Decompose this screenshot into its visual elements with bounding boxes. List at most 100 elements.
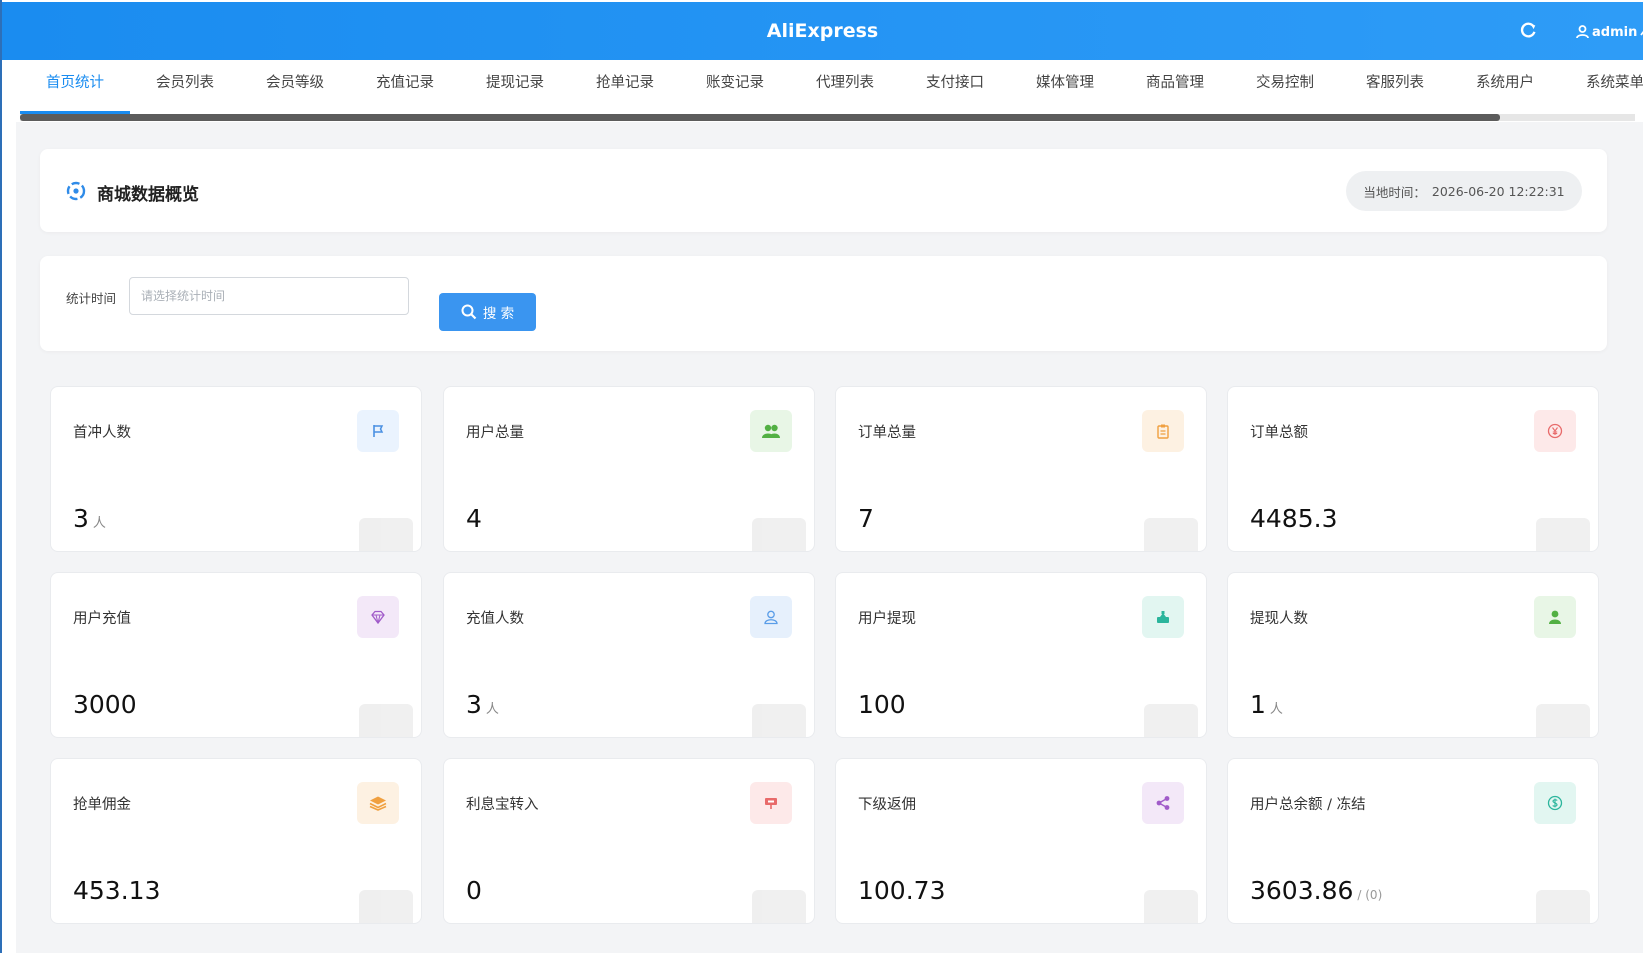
watermark-icon xyxy=(1136,878,1206,923)
stat-card-title: 订单总额 xyxy=(1250,425,1308,441)
user-outline-icon xyxy=(750,596,792,638)
stat-card-title: 用户充值 xyxy=(73,611,131,627)
clipboard-icon xyxy=(1142,410,1184,452)
watermark-icon xyxy=(351,506,421,551)
stat-time-label: 统计时间 xyxy=(66,291,117,306)
search-button-label: 搜 索 xyxy=(482,306,515,322)
stat-card: 充值人数 3 人 xyxy=(443,572,815,738)
tab-12[interactable]: 客服列表 xyxy=(1340,60,1450,114)
tab-9[interactable]: 媒体管理 xyxy=(1010,60,1120,114)
user-menu[interactable]: admin xyxy=(1576,22,1643,42)
sign-icon xyxy=(750,782,792,824)
watermark-icon xyxy=(1136,692,1206,737)
tab-8[interactable]: 支付接口 xyxy=(900,60,1010,114)
stat-card-value-row: 3人 xyxy=(73,504,106,533)
stat-card: 下级返佣 100.73 xyxy=(835,758,1207,924)
search-button[interactable]: 搜 索 xyxy=(439,293,536,331)
stat-card-value: 3603.86 xyxy=(1250,876,1354,905)
stat-card-value-row: 0 xyxy=(466,876,482,905)
window-left-edge xyxy=(0,0,2,953)
brand-title: AliExpress xyxy=(766,20,879,42)
stat-card: 订单总量 7 xyxy=(835,386,1207,552)
tab-13[interactable]: 系统用户 xyxy=(1450,60,1560,114)
stat-card-title: 抢单佣金 xyxy=(73,797,131,813)
stat-card-title: 首冲人数 xyxy=(73,425,131,441)
stat-card-value-row: 100 xyxy=(858,690,906,719)
withdraw-icon xyxy=(1142,596,1184,638)
stat-card-value: 3 xyxy=(73,504,89,533)
watermark-icon xyxy=(1136,506,1206,551)
local-time-value: 2026-06-20 12:22:31 xyxy=(1431,183,1565,199)
refresh-icon[interactable] xyxy=(1520,21,1540,41)
stat-card-value-row: 4 xyxy=(466,504,482,533)
stat-card-value: 4 xyxy=(466,504,482,533)
stat-card-value-row: 3603.86/ (0) xyxy=(1250,876,1382,905)
watermark-icon xyxy=(351,692,421,737)
users-icon xyxy=(750,410,792,452)
page-title: 商城数据概览 xyxy=(97,185,199,205)
tab-6[interactable]: 账变记录 xyxy=(680,60,790,114)
stat-card-value-row: 100.73 xyxy=(858,876,945,905)
settings-cycle-icon xyxy=(64,179,88,203)
stat-card-value: 0 xyxy=(466,876,482,905)
stat-card-title: 订单总量 xyxy=(858,425,916,441)
stat-card-value-row: 7 xyxy=(858,504,874,533)
search-icon xyxy=(461,304,477,320)
tab-4[interactable]: 提现记录 xyxy=(460,60,570,114)
stat-card-value: 453.13 xyxy=(73,876,161,905)
flag-icon xyxy=(357,410,399,452)
stat-card-value-row: 1人 xyxy=(1250,690,1283,719)
user-solid-icon xyxy=(1534,596,1576,638)
stat-card-title: 下级返佣 xyxy=(858,797,916,813)
stat-card-title: 用户提现 xyxy=(858,611,916,627)
tab-10[interactable]: 商品管理 xyxy=(1120,60,1230,114)
stat-card-unit: 人 xyxy=(1269,702,1283,717)
tab-5[interactable]: 抢单记录 xyxy=(570,60,680,114)
tab-7[interactable]: 代理列表 xyxy=(790,60,900,114)
stat-card: 提现人数 1 人 xyxy=(1227,572,1599,738)
stat-card-title: 用户总余额 / 冻结 xyxy=(1250,797,1366,813)
tab-11[interactable]: 交易控制 xyxy=(1230,60,1340,114)
stat-card: 订单总额 4485.3 xyxy=(1227,386,1599,552)
stat-card-unit: 人 xyxy=(92,516,106,531)
local-time-label: 当地时间： xyxy=(1363,184,1426,200)
stat-card-title: 用户总量 xyxy=(466,425,524,441)
stat-card-title: 充值人数 xyxy=(466,611,524,627)
share-icon xyxy=(1142,782,1184,824)
stat-card-value: 3 xyxy=(466,690,482,719)
dollar-icon xyxy=(1534,782,1576,824)
stat-card-value-row: 4485.3 xyxy=(1250,504,1337,533)
top-header: AliExpress admin xyxy=(2,2,1643,60)
stat-card-value-row: 3000 xyxy=(73,690,137,719)
tab-3[interactable]: 充值记录 xyxy=(350,60,460,114)
tab-2[interactable]: 会员等级 xyxy=(240,60,350,114)
stat-card-unit: 人 xyxy=(485,702,499,717)
stat-time-input[interactable] xyxy=(129,277,409,315)
stat-card: 首冲人数 3 人 xyxy=(50,386,422,552)
tab-14[interactable]: 系统菜单 xyxy=(1560,60,1643,114)
stat-card-value: 3000 xyxy=(73,690,137,719)
stat-card-title: 提现人数 xyxy=(1250,611,1308,627)
stat-card-value: 7 xyxy=(858,504,874,533)
tab-1[interactable]: 会员列表 xyxy=(130,60,240,114)
watermark-icon xyxy=(1528,692,1598,737)
stat-card-value: 1 xyxy=(1250,690,1266,719)
tabs-scrollbar-thumb[interactable] xyxy=(20,114,1500,121)
tab-0[interactable]: 首页统计 xyxy=(20,60,130,114)
stat-card-value-row: 453.13 xyxy=(73,876,160,905)
watermark-icon xyxy=(744,878,814,923)
stat-card-value: 4485.3 xyxy=(1250,504,1338,533)
stat-card: 抢单佣金 453.13 xyxy=(50,758,422,924)
local-time-badge: 当地时间： 2026-06-20 12:22:31 xyxy=(1346,171,1582,211)
nav-tabs: 首页统计 会员列表 会员等级 充值记录 提现记录 抢单记录 账变记录 代理列表 支付接口 媒体管理… xyxy=(20,60,1643,114)
layers-icon xyxy=(357,782,399,824)
stat-card-title: 利息宝转入 xyxy=(466,797,539,813)
stat-card: 利息宝转入 0 xyxy=(443,758,815,924)
user-icon xyxy=(1576,25,1589,39)
stat-card: 用户提现 100 xyxy=(835,572,1207,738)
watermark-icon xyxy=(744,506,814,551)
watermark-icon xyxy=(351,878,421,923)
user-name: admin xyxy=(1592,24,1638,40)
watermark-icon xyxy=(1528,878,1598,923)
diamond-icon xyxy=(357,596,399,638)
